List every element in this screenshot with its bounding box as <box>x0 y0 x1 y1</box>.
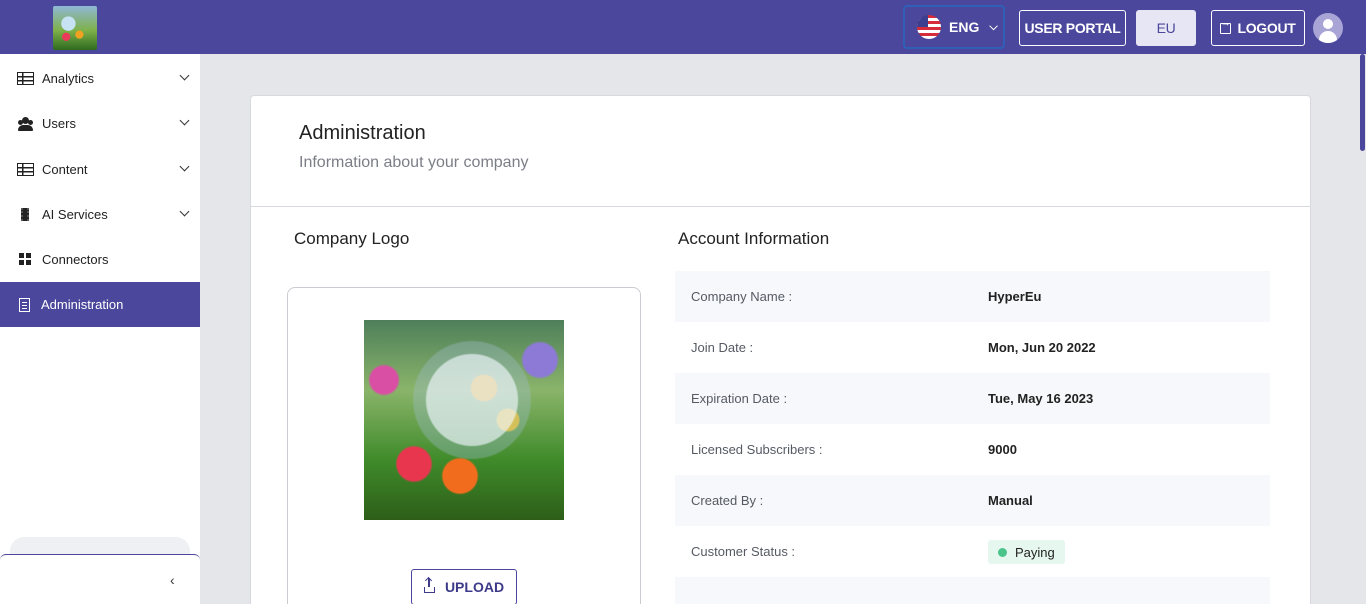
scrollbar-thumb[interactable] <box>1360 54 1365 151</box>
page-subtitle: Information about your company <box>299 154 529 171</box>
sidebar-item-label: Connectors <box>42 252 109 267</box>
info-label: Customer Status : <box>691 544 796 559</box>
administration-card: Administration Information about your co… <box>250 95 1311 604</box>
sidebar-item-label: Analytics <box>42 71 95 86</box>
company-logo-heading: Company Logo <box>294 229 410 248</box>
company-logo-panel: UPLOAD <box>287 287 641 604</box>
logout-button[interactable]: LOGOUT <box>1211 10 1305 46</box>
logout-icon <box>1220 18 1232 34</box>
us-flag-icon <box>917 15 941 39</box>
status-dot-icon <box>998 547 1007 557</box>
info-row-company-name: Company Name : HyperEu <box>675 271 1270 322</box>
sidebar-item-analytics[interactable]: Analytics <box>0 56 200 101</box>
avatar[interactable] <box>1313 13 1343 43</box>
collapse-sidebar-icon[interactable]: ‹ <box>170 573 182 587</box>
info-row-partial <box>675 577 1270 604</box>
chevron-down-icon <box>179 115 190 126</box>
status-text: Paying <box>1015 544 1055 560</box>
account-information-heading: Account Information <box>678 229 830 248</box>
status-badge: Paying <box>988 540 1065 564</box>
info-row-created-by: Created By : Manual <box>675 475 1270 526</box>
info-value: Manual <box>988 493 1033 508</box>
sidebar-item-connectors[interactable]: Connectors <box>0 237 200 282</box>
upload-button[interactable]: UPLOAD <box>411 569 517 604</box>
sidebar-item-administration[interactable]: Administration <box>0 282 200 327</box>
company-logo-image <box>364 320 564 520</box>
user-portal-button[interactable]: USER PORTAL <box>1019 10 1126 46</box>
grid-icon <box>19 253 32 266</box>
sidebar-item-label: Users <box>42 116 76 131</box>
sidebar-item-ai-services[interactable]: AI Services <box>0 192 200 237</box>
chevron-down-icon: ⌵ <box>989 20 998 33</box>
upload-icon <box>423 578 435 593</box>
chevron-down-icon <box>179 70 190 81</box>
info-row-licensed-subscribers: Licensed Subscribers : 9000 <box>675 424 1270 475</box>
card-header: Administration Information about your co… <box>251 96 1310 207</box>
info-value: Mon, Jun 20 2022 <box>988 340 1096 355</box>
users-icon <box>17 116 34 131</box>
info-row-join-date: Join Date : Mon, Jun 20 2022 <box>675 322 1270 373</box>
language-label: ENG <box>949 19 980 35</box>
top-bar: ENG ⌵ USER PORTAL EU LOGOUT <box>0 0 1366 54</box>
upload-label: UPLOAD <box>444 579 505 595</box>
info-label: Expiration Date : <box>691 391 788 406</box>
region-button[interactable]: EU <box>1136 10 1196 46</box>
table-icon <box>17 163 34 176</box>
info-value: HyperEu <box>988 289 1042 304</box>
sidebar-item-users[interactable]: Users <box>0 101 200 146</box>
info-label: Join Date : <box>691 340 754 355</box>
page-title: Administration <box>299 122 426 144</box>
info-label: Licensed Subscribers : <box>691 442 823 457</box>
info-value: 9000 <box>988 442 1017 457</box>
page-scrollbar[interactable] <box>1359 54 1366 604</box>
brand-logo[interactable] <box>53 6 97 50</box>
chevron-down-icon <box>179 206 190 217</box>
info-label: Created By : <box>691 493 764 508</box>
info-label: Company Name : <box>691 289 793 304</box>
info-value: Tue, May 16 2023 <box>988 391 1094 406</box>
info-row-customer-status: Customer Status : Paying <box>675 526 1270 577</box>
chip-icon <box>21 208 29 221</box>
sidebar-item-label: Content <box>42 162 88 177</box>
sidebar-item-content[interactable]: Content <box>0 147 200 192</box>
logout-label: LOGOUT <box>1237 20 1296 36</box>
sidebar: Analytics Users Content AI Services Conn… <box>0 54 200 604</box>
table-icon <box>17 72 34 85</box>
sidebar-footer: ‹ <box>0 554 200 604</box>
document-icon <box>19 297 30 312</box>
chevron-down-icon <box>179 161 190 172</box>
language-selector[interactable]: ENG ⌵ <box>903 5 1005 49</box>
sidebar-item-label: Administration <box>41 297 124 312</box>
sidebar-item-label: AI Services <box>42 207 108 222</box>
info-row-expiration-date: Expiration Date : Tue, May 16 2023 <box>675 373 1270 424</box>
